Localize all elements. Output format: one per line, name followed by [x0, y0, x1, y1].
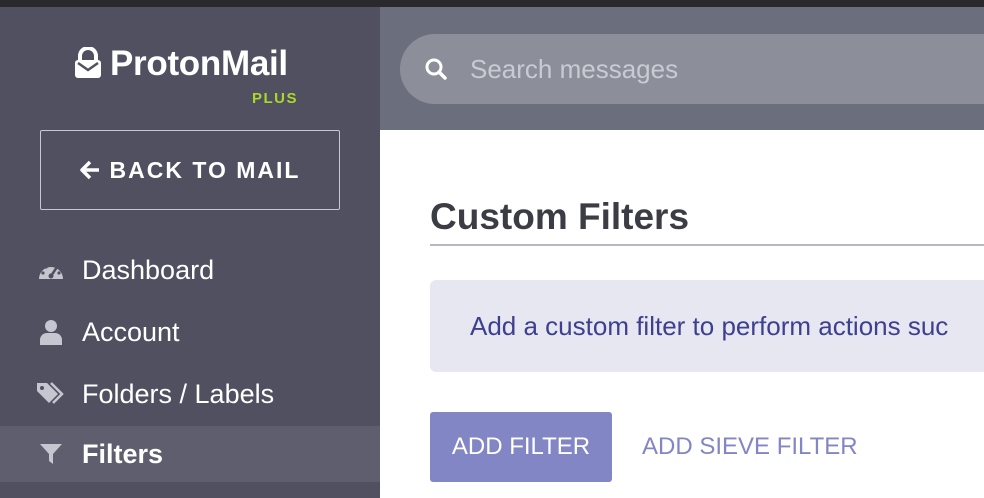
- search-bar[interactable]: [400, 34, 984, 104]
- add-sieve-filter-button[interactable]: ADD SIEVE FILTER: [642, 412, 858, 482]
- page-title: Custom Filters: [430, 196, 690, 237]
- sidebar-item-filters[interactable]: Filters: [0, 426, 380, 482]
- search-input[interactable]: [470, 53, 970, 85]
- sidebar: ProtonMail PLUS BACK TO MAIL Dashboard A…: [0, 7, 380, 498]
- window-top-strip: [0, 0, 984, 7]
- back-to-mail-label: BACK TO MAIL: [109, 156, 301, 183]
- main-content: Custom Filters Add a custom filter to pe…: [380, 130, 984, 498]
- sidebar-item-label: Folders / Labels: [82, 378, 275, 409]
- filter-icon: [36, 439, 66, 469]
- sidebar-item-label: Account: [82, 316, 180, 347]
- info-text: Add a custom filter to perform actions s…: [470, 310, 949, 341]
- info-alert: Add a custom filter to perform actions s…: [430, 280, 984, 372]
- sidebar-item-label: Filters: [82, 438, 164, 469]
- lock-logo-icon: [75, 47, 101, 78]
- plan-badge: PLUS: [252, 90, 299, 107]
- tags-icon: [36, 379, 66, 409]
- sidebar-item-dashboard[interactable]: Dashboard: [0, 242, 380, 298]
- back-to-mail-button[interactable]: BACK TO MAIL: [40, 130, 340, 210]
- brand-name: ProtonMail: [110, 44, 288, 83]
- add-filter-button[interactable]: ADD FILTER: [430, 412, 612, 482]
- top-header: [380, 7, 984, 130]
- sidebar-item-label: Dashboard: [82, 254, 215, 285]
- user-icon: [36, 317, 66, 347]
- sidebar-item-account[interactable]: Account: [0, 304, 380, 360]
- title-divider: [430, 244, 984, 246]
- dashboard-icon: [36, 255, 66, 285]
- arrow-left-icon: [79, 160, 99, 180]
- sidebar-item-folders-labels[interactable]: Folders / Labels: [0, 366, 380, 422]
- search-icon: [425, 58, 447, 80]
- protonmail-logo[interactable]: ProtonMail PLUS: [74, 40, 314, 110]
